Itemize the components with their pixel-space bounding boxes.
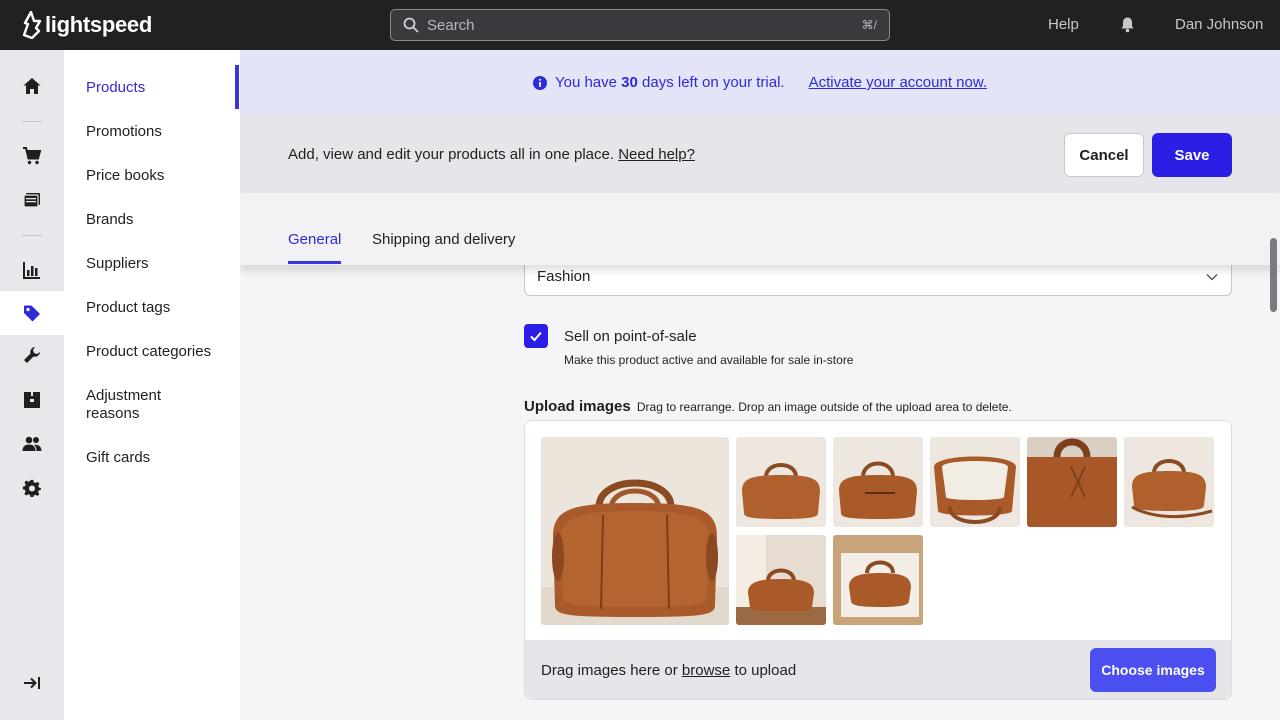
product-image-5[interactable] [1027, 437, 1117, 527]
rail-catalog[interactable] [0, 291, 64, 335]
rail-divider [22, 121, 42, 122]
activate-account-link[interactable]: Activate your account now. [809, 74, 987, 91]
image-upload-area[interactable]: Drag images here or browse to upload Cho… [524, 420, 1232, 700]
drop-instructions: Drag images here or browse to upload [541, 662, 796, 679]
upload-title: Upload images [524, 398, 631, 415]
tools-icon [24, 347, 40, 363]
duffel-lifestyle-image [736, 535, 826, 625]
duffel-bag-image [541, 437, 729, 625]
catalog-subnav: Products Promotions Price books Brands S… [64, 50, 240, 720]
save-button[interactable]: Save [1152, 133, 1232, 177]
rail-divider [22, 235, 42, 236]
rail-sell[interactable] [0, 134, 64, 178]
duffel-strap-image [1124, 437, 1214, 527]
info-icon [532, 75, 547, 90]
product-image-4[interactable] [930, 437, 1020, 527]
lightspeed-logo[interactable]: lightspeed [22, 11, 152, 39]
cart-icon [23, 147, 42, 165]
main-content: You have 30 days left on your trial. Act… [240, 50, 1280, 720]
tab-shipping-delivery[interactable]: Shipping and delivery [372, 231, 515, 248]
drop-prefix: Drag images here or [541, 662, 678, 679]
subnav-item-brands[interactable]: Brands [86, 211, 226, 229]
rail-reports[interactable] [0, 248, 64, 292]
rail-setup[interactable] [0, 333, 64, 377]
subnav-item-product-tags[interactable]: Product tags [86, 299, 226, 317]
search-bar[interactable]: ⌘/ [390, 9, 890, 41]
subnav-item-suppliers[interactable]: Suppliers [86, 255, 226, 273]
rail-inventory[interactable] [0, 378, 64, 422]
product-image-7[interactable] [736, 535, 826, 625]
product-image-6[interactable] [1124, 437, 1214, 527]
user-menu[interactable]: Dan Johnson [1175, 16, 1263, 33]
sell-pos-description: Make this product active and available f… [564, 353, 854, 367]
subnav-item-gift-cards[interactable]: Gift cards [86, 449, 226, 467]
browse-link[interactable]: browse [682, 662, 730, 679]
trial-banner: You have 30 days left on your trial. Act… [240, 50, 1280, 115]
active-indicator [235, 65, 239, 109]
help-link[interactable]: Help [1048, 16, 1079, 33]
scrollbar-thumb[interactable] [1270, 238, 1277, 312]
action-bar: Add, view and edit your products all in … [240, 115, 1280, 193]
open-duffel-image [930, 437, 1020, 527]
customers-icon [22, 436, 42, 451]
settings-icon [22, 479, 41, 497]
trial-days: 30 [621, 74, 638, 91]
active-tab-underline [288, 261, 341, 264]
sell-pos-label: Sell on point-of-sale [564, 328, 697, 345]
duffel-box-image [833, 535, 923, 625]
tab-general[interactable]: General [288, 231, 341, 248]
drop-zone[interactable]: Drag images here or browse to upload Cho… [525, 640, 1231, 699]
subnav-item-promotions[interactable]: Promotions [86, 123, 226, 141]
rail-home[interactable] [0, 64, 64, 108]
search-icon [403, 17, 419, 33]
duffel-bag-image [736, 437, 826, 527]
collapse-arrow-icon [24, 677, 40, 689]
rail-customers[interactable] [0, 422, 64, 466]
rail-settings[interactable] [0, 467, 64, 511]
home-icon [23, 78, 41, 94]
products-tag-icon [24, 305, 40, 322]
form-content: Fashion Sell on point-of-sale Make this … [240, 255, 1280, 720]
subnav-item-adjustment-reasons[interactable]: Adjustment reasons [86, 387, 186, 423]
top-bar: lightspeed ⌘/ Help Dan Johnson [0, 0, 1280, 50]
trial-suffix: days left on your trial. [642, 74, 785, 91]
register-icon [23, 193, 40, 208]
duffel-bag-image [833, 437, 923, 527]
choose-images-button[interactable]: Choose images [1090, 648, 1216, 692]
flame-logo-icon [22, 11, 42, 39]
bell-icon[interactable] [1119, 16, 1136, 33]
trial-prefix: You have [554, 74, 617, 91]
brand-name: lightspeed [45, 12, 153, 37]
subnav-item-price-books[interactable]: Price books [86, 167, 226, 185]
subnav-item-product-categories[interactable]: Product categories [86, 343, 226, 361]
subnav-item-products[interactable]: Products [86, 79, 226, 97]
drop-suffix: to upload [734, 662, 797, 679]
need-help-link[interactable]: Need help? [618, 146, 695, 163]
rail-sales-ledger[interactable] [0, 178, 64, 222]
upload-hint: Drag to rearrange. Drop an image outside… [636, 400, 1012, 414]
page-description: Add, view and edit your products all in … [288, 146, 695, 163]
category-value: Fashion [537, 268, 591, 285]
icon-rail [0, 50, 64, 720]
reports-icon [23, 262, 40, 279]
product-image-3[interactable] [833, 437, 923, 527]
inventory-icon [24, 392, 40, 408]
product-image-main[interactable] [541, 437, 729, 625]
product-image-2[interactable] [736, 437, 826, 527]
chevron-down-icon [1206, 274, 1218, 281]
search-input[interactable] [427, 16, 862, 34]
rail-collapse[interactable] [0, 661, 64, 705]
product-image-8[interactable] [833, 535, 923, 625]
cancel-button[interactable]: Cancel [1064, 133, 1144, 177]
checkmark-icon [530, 331, 542, 342]
upload-images-heading: Upload images Drag to rearrange. Drop an… [524, 398, 1012, 415]
product-tabs: General Shipping and delivery [240, 193, 1280, 265]
search-shortcut: ⌘/ [861, 18, 877, 32]
sell-pos-checkbox[interactable] [524, 324, 548, 348]
duffel-detail-image [1027, 437, 1117, 527]
description-text: Add, view and edit your products all in … [288, 146, 615, 163]
